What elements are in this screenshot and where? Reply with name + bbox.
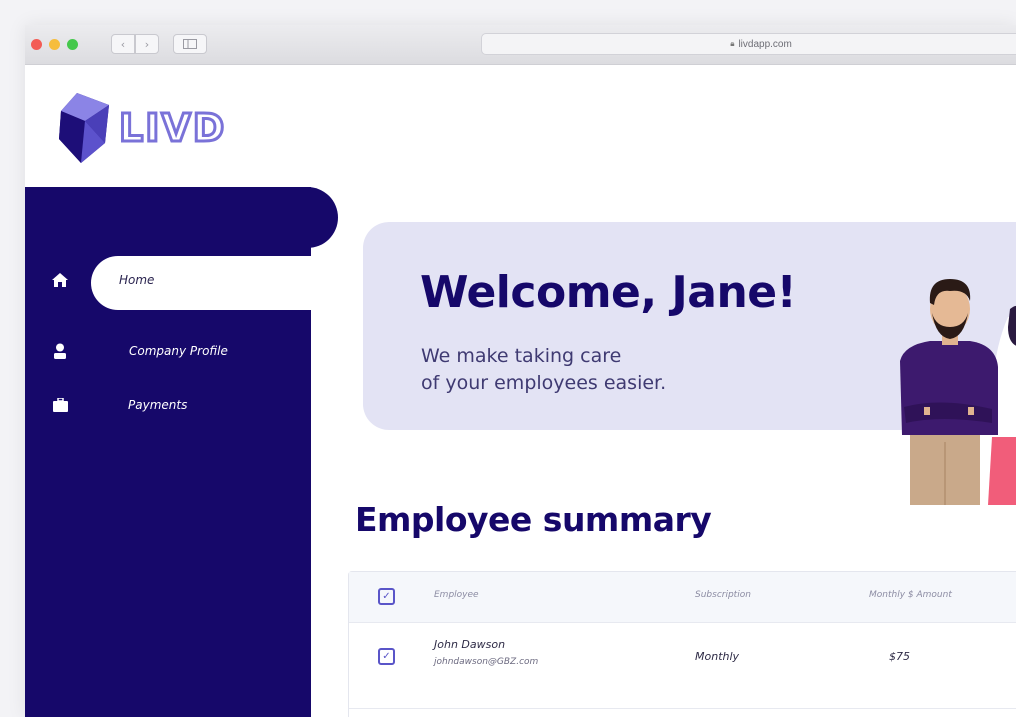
sidebar-item-home[interactable]: Home [51, 273, 154, 287]
forward-button[interactable]: › [135, 34, 159, 54]
table-header: ✓ Employee Subscription Monthly $ Amount [349, 572, 1016, 623]
app-logo[interactable]: LIVD [55, 91, 226, 165]
select-all-checkbox[interactable]: ✓ [378, 588, 395, 605]
briefcase-icon [51, 398, 69, 412]
home-icon [51, 273, 69, 287]
welcome-subtitle-line: We make taking care [421, 345, 622, 367]
minimize-window-button[interactable] [49, 39, 60, 50]
back-button[interactable]: ‹ [111, 34, 135, 54]
chevron-left-icon: ‹ [120, 37, 126, 51]
employee-name: John Dawson [434, 638, 506, 651]
sidebar-toggle-button[interactable] [173, 34, 207, 54]
user-icon [51, 343, 69, 359]
employees-illustration [900, 279, 1016, 505]
checkmark-icon: ✓ [382, 590, 391, 602]
browser-toolbar: ‹ › 🔒︎ livdapp.com [25, 25, 1016, 65]
sidebar-item-payments[interactable]: Payments [51, 398, 187, 412]
gem-logo-icon [59, 93, 109, 163]
employee-table: ✓ Employee Subscription Monthly $ Amount… [348, 571, 1016, 717]
logo-wordmark: LIVD [117, 106, 227, 150]
sidebar-top-curve [25, 187, 338, 248]
row-divider [349, 708, 1016, 709]
sidebar-item-label: Company Profile [129, 344, 228, 358]
sidebar-item-label: Payments [128, 398, 188, 412]
close-window-button[interactable] [31, 39, 42, 50]
sidebar-icon [183, 39, 197, 49]
row-checkbox[interactable]: ✓ [378, 648, 395, 665]
column-header-monthly-amount[interactable]: Monthly $ Amount [869, 590, 952, 600]
maximize-window-button[interactable] [67, 39, 78, 50]
sidebar-item-company-profile[interactable]: Company Profile [51, 343, 228, 359]
lock-icon: 🔒︎ [730, 39, 735, 48]
column-header-employee[interactable]: Employee [434, 590, 479, 600]
browser-window: ‹ › 🔒︎ livdapp.com LIVD Home Company Pro… [25, 25, 1016, 717]
employee-email: johndawson@GBZ.com [434, 657, 539, 667]
column-header-subscription[interactable]: Subscription [695, 590, 751, 600]
chevron-right-icon: › [144, 37, 150, 51]
url-text: livdapp.com [738, 38, 792, 50]
sidebar-item-label: Home [119, 273, 155, 287]
checkmark-icon: ✓ [382, 650, 391, 662]
employee-amount: $75 [889, 650, 910, 663]
welcome-subtitle: We make taking care of your employees ea… [421, 343, 666, 397]
employee-summary-title: Employee summary [355, 500, 712, 539]
address-bar[interactable]: 🔒︎ livdapp.com [481, 33, 1016, 55]
employee-subscription: Monthly [695, 650, 740, 663]
welcome-title: Welcome, Jane! [420, 267, 797, 318]
welcome-subtitle-line: of your employees easier. [421, 372, 667, 394]
